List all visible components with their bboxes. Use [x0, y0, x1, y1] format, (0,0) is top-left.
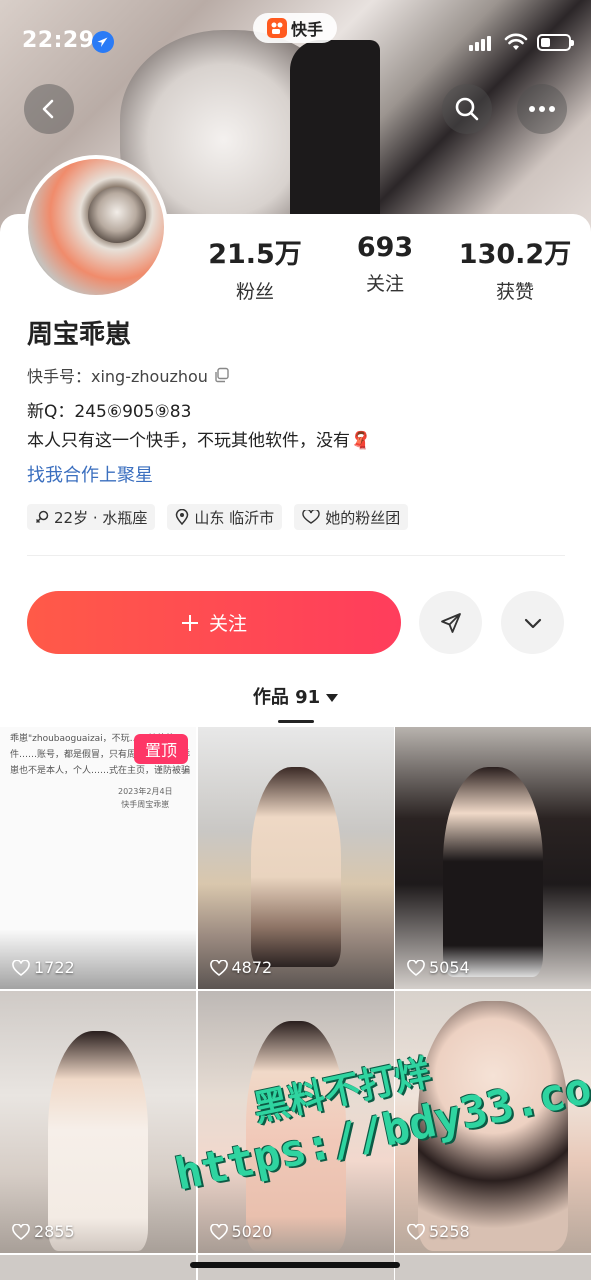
kuaishou-id-text: 快手号：xing-zhouzhou: [27, 367, 208, 386]
chevron-down-icon: [524, 618, 541, 628]
heart-icon: [209, 1223, 228, 1240]
tag-age-zodiac-label: 22岁 · 水瓶座: [54, 508, 148, 527]
tile-likes-count: 2855: [34, 1222, 75, 1241]
app-pill[interactable]: 快手: [253, 13, 337, 43]
back-button[interactable]: [24, 84, 74, 134]
followers-count: 21.5万: [208, 239, 302, 270]
battery-icon: [537, 34, 574, 51]
tag-fan-club-label: 她的粉丝团: [325, 508, 401, 527]
status-time: 22:29: [22, 28, 95, 53]
tile-likes-count: 5258: [429, 1222, 470, 1241]
tab-works[interactable]: 作品 91: [0, 683, 591, 709]
bio-line-1: 新Q：245⑥905⑨83: [27, 402, 192, 422]
tile-likes: 5054: [407, 958, 470, 977]
pinned-notice-signature: 2023年2月4日 快手周宝乖崽: [118, 787, 173, 809]
video-tile[interactable]: 乖崽"zhoubaoguaizai，不玩……其他软件……账号，都是假冒，只有周宝…: [0, 727, 196, 989]
cooperation-link[interactable]: 找我合作上聚星: [27, 461, 153, 487]
copy-icon[interactable]: [214, 367, 230, 383]
follow-button[interactable]: 关注: [27, 591, 401, 654]
tile-likes-count: 5054: [429, 958, 470, 977]
wifi-icon: [504, 33, 528, 50]
status-bar: 22:29 快手: [0, 0, 591, 86]
tag-location-label: 山东 临沂市: [194, 508, 275, 527]
cellular-signal-icon: [469, 35, 491, 51]
female-symbol-icon: [35, 510, 49, 524]
caret-down-icon: [326, 694, 339, 702]
kuaishou-id: 快手号：xing-zhouzhou: [27, 363, 230, 387]
follow-button-label: 关注: [208, 613, 247, 635]
stat-followers[interactable]: 21.5万 粉丝: [190, 232, 320, 304]
more-options-button[interactable]: [517, 84, 567, 134]
likes-label: 获赞: [495, 281, 534, 303]
search-icon: [455, 97, 479, 121]
plus-icon: [181, 614, 198, 631]
tab-works-indicator: [278, 720, 314, 723]
fan-club-heart-icon: [302, 510, 320, 524]
heart-icon: [209, 959, 228, 976]
pinned-badge: 置顶: [134, 734, 188, 764]
more-dots-icon: [529, 106, 555, 112]
heart-icon: [12, 1223, 30, 1240]
heart-icon: [12, 959, 30, 976]
tile-likes: 4872: [209, 958, 273, 977]
recommend-dropdown-button[interactable]: [501, 591, 564, 654]
video-thumbnail-figure: [48, 1031, 148, 1251]
video-tile[interactable]: [395, 1255, 591, 1280]
home-indicator[interactable]: [190, 1262, 400, 1268]
profile-tags: 22岁 · 水瓶座 山东 临沂市 她的粉丝团: [27, 504, 409, 530]
app-pill-label: 快手: [290, 20, 323, 39]
following-label: 关注: [365, 273, 404, 295]
stat-following[interactable]: 693 关注: [320, 232, 450, 304]
tile-likes: 5258: [407, 1222, 470, 1241]
bio-line-2: 本人只有这一个快手，不玩其他软件，没有🧣: [27, 431, 372, 451]
send-icon: [440, 612, 461, 633]
video-tile[interactable]: 4872: [197, 727, 394, 989]
tile-likes-count: 4872: [231, 958, 273, 977]
location-pin-icon: [176, 509, 189, 525]
video-thumbnail-figure: [443, 767, 543, 977]
heart-icon: [407, 1223, 425, 1240]
tag-age-zodiac: 22岁 · 水瓶座: [27, 504, 156, 530]
tag-fan-club[interactable]: 她的粉丝团: [294, 504, 409, 530]
avatar[interactable]: [24, 155, 168, 299]
following-count: 693: [356, 232, 414, 263]
video-tile[interactable]: [0, 1255, 196, 1280]
likes-count: 130.2万: [458, 239, 572, 270]
profile-name: 周宝乖崽: [27, 320, 132, 350]
location-arrow-icon: [92, 31, 114, 53]
tile-likes: 1722: [12, 958, 75, 977]
video-thumbnail-figure: [250, 767, 341, 967]
chevron-left-icon: [42, 99, 54, 119]
tile-likes-count: 1722: [34, 958, 75, 977]
tile-likes: 2855: [12, 1222, 75, 1241]
section-divider: [27, 555, 565, 556]
tag-location: 山东 临沂市: [167, 504, 283, 530]
tab-works-label: 作品 91: [252, 687, 321, 708]
works-grid: 乖崽"zhoubaoguaizai，不玩……其他软件……账号，都是假冒，只有周宝…: [0, 727, 591, 1280]
search-button[interactable]: [442, 84, 492, 134]
video-tile[interactable]: 5054: [395, 727, 591, 989]
kuaishou-logo-icon: [266, 18, 287, 38]
tile-likes: 5020: [209, 1222, 273, 1241]
share-button[interactable]: [419, 591, 482, 654]
tile-likes-count: 5020: [231, 1222, 273, 1241]
profile-stats: 21.5万 粉丝 693 关注 130.2万 获赞: [190, 232, 580, 304]
followers-label: 粉丝: [235, 281, 274, 303]
heart-icon: [407, 959, 425, 976]
stat-likes[interactable]: 130.2万 获赞: [450, 232, 580, 304]
